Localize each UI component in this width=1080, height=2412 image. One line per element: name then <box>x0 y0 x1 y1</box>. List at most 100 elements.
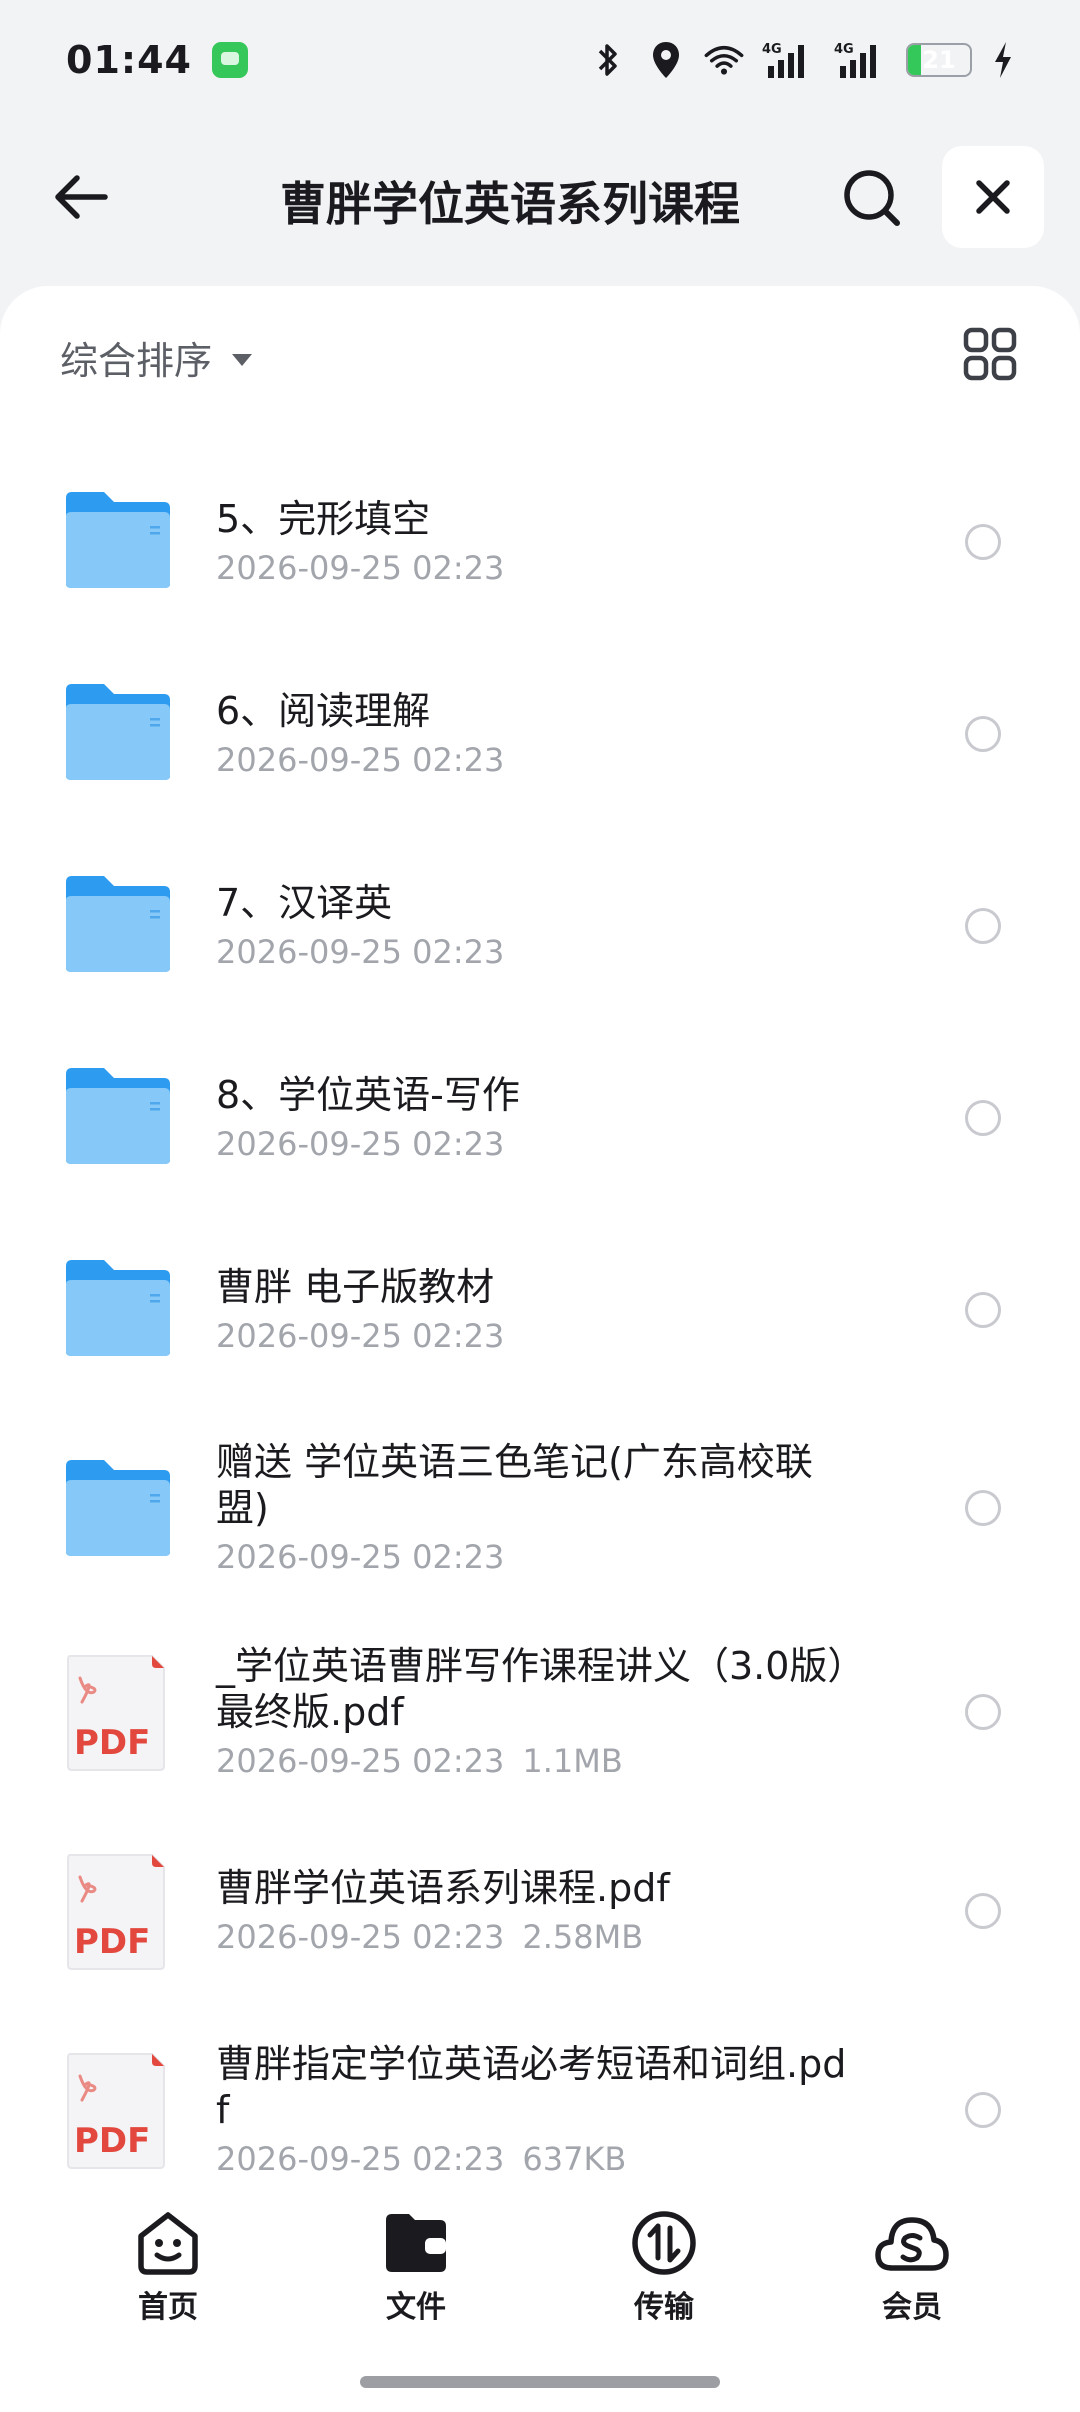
select-radio[interactable] <box>965 1100 1001 1136</box>
nav-home[interactable]: 首页 <box>88 2210 248 2326</box>
select-radio[interactable] <box>965 524 1001 560</box>
folder-row[interactable]: 曹胖 电子版教材 2026-09-25 02:23 <box>0 1214 1080 1406</box>
sort-label: 综合排序 <box>60 339 213 383</box>
home-face-icon <box>138 2212 198 2275</box>
network-type-label: 4G <box>762 42 782 57</box>
folder-row[interactable]: 8、学位英语-写作 2026-09-25 02:23 <box>0 1022 1080 1214</box>
sort-dropdown[interactable]: 综合排序 <box>60 330 253 385</box>
item-meta: 2026-09-25 02:23 1.1MB <box>216 1741 856 1781</box>
status-icons: 4G 4G 21 <box>588 40 1016 80</box>
item-name: 赠送 学位英语三色笔记(广东高校联盟) <box>216 1440 813 1530</box>
item-meta: 2026-09-25 02:23 2.58MB <box>216 1917 856 1957</box>
view-toggle-button[interactable] <box>962 326 1018 382</box>
nav-label-home: 首页 <box>138 2290 198 2325</box>
item-name: 7、汉译英 <box>216 881 393 925</box>
item-name: 曹胖 电子版教材 <box>216 1265 495 1309</box>
select-radio[interactable] <box>965 2092 1001 2128</box>
charging-icon <box>990 40 1016 80</box>
folder-icon <box>66 684 170 780</box>
wifi-icon <box>704 40 744 80</box>
file-row[interactable]: PDF 曹胖学位英语系列课程.pdf 2026-09-25 02:23 2.58MB <box>0 1814 1080 2008</box>
search-icon <box>844 170 900 226</box>
item-meta: 2026-09-25 02:23 <box>216 548 856 588</box>
item-name: 8、学位英语-写作 <box>216 1073 520 1117</box>
pdf-badge-text: PDF <box>74 1922 150 1962</box>
nav-transfer[interactable]: 传输 <box>584 2210 744 2326</box>
pdf-file-icon: PDF <box>67 1854 165 1970</box>
item-meta: 2026-09-25 02:23 <box>216 1124 856 1164</box>
item-name: 曹胖指定学位英语必考短语和词组.pdf <box>216 2042 847 2132</box>
item-size: 2.58MB <box>522 1918 644 1956</box>
bluetooth-icon <box>588 40 628 80</box>
header-bar: 曹胖学位英语系列课程 <box>0 140 1080 254</box>
item-name: 5、完形填空 <box>216 497 431 541</box>
item-name: _学位英语曹胖写作课程讲义（3.0版）最终版.pdf <box>216 1644 847 1734</box>
status-bar: 01:44 4G 4G 21 <box>0 0 1080 120</box>
status-time: 01:44 <box>66 38 192 82</box>
pdf-file-icon: PDF <box>67 2053 165 2169</box>
folder-icon <box>66 1460 170 1556</box>
file-list-panel: 综合排序 5、完形填空 2026-09-25 02:23 6、阅读理解 2026-09… <box>0 286 1080 2412</box>
folder-icon <box>64 490 172 594</box>
search-button[interactable] <box>834 160 910 236</box>
nav-files[interactable]: 文件 <box>336 2210 496 2326</box>
folder-icon <box>66 1260 170 1356</box>
folder-row[interactable]: 5、完形填空 2026-09-25 02:23 <box>0 446 1080 638</box>
nav-label-files: 文件 <box>386 2290 446 2325</box>
item-date: 2026-09-25 02:23 <box>216 933 505 971</box>
select-radio[interactable] <box>965 1292 1001 1328</box>
item-text: 曹胖 电子版教材 2026-09-25 02:23 <box>216 1264 856 1356</box>
nav-vip[interactable]: 会员 <box>832 2210 992 2326</box>
select-radio[interactable] <box>965 1490 1001 1526</box>
close-button[interactable] <box>942 146 1044 248</box>
select-radio[interactable] <box>965 1694 1001 1730</box>
item-meta: 2026-09-25 02:23 <box>216 1537 856 1577</box>
folder-icon <box>66 492 170 588</box>
select-radio[interactable] <box>965 716 1001 752</box>
file-row[interactable]: PDF 曹胖指定学位英语必考短语和词组.pdf 2026-09-25 02:23 63… <box>0 2008 1080 2212</box>
item-text: 赠送 学位英语三色笔记(广东高校联盟) 2026-09-25 02:23 <box>216 1439 856 1577</box>
pdf-file-icon: PDF <box>64 1654 168 1776</box>
battery-icon: 21 <box>906 43 972 77</box>
network-type-label: 4G <box>834 42 854 57</box>
battery-percent: 21 <box>922 46 956 74</box>
item-name: 6、阅读理解 <box>216 689 431 733</box>
item-date: 2026-09-25 02:23 <box>216 1125 505 1163</box>
item-date: 2026-09-25 02:23 <box>216 1742 505 1780</box>
item-date: 2026-09-25 02:23 <box>216 1317 505 1355</box>
vip-cloud-icon <box>875 2217 949 2271</box>
pdf-file-icon: PDF <box>64 2052 168 2174</box>
signal-icon: 4G <box>762 40 816 80</box>
nav-label-transfer: 传输 <box>634 2290 694 2325</box>
pdf-file-icon: PDF <box>67 1655 165 1771</box>
item-date: 2026-09-25 02:23 <box>216 1918 505 1956</box>
folder-icon <box>64 1258 172 1362</box>
item-text: 7、汉译英 2026-09-25 02:23 <box>216 880 856 972</box>
item-meta: 2026-09-25 02:23 <box>216 932 856 972</box>
grid-view-icon <box>963 327 1017 381</box>
item-name: 曹胖学位英语系列课程.pdf <box>216 1866 670 1910</box>
file-row[interactable]: PDF _学位英语曹胖写作课程讲义（3.0版）最终版.pdf 2026-09-25 … <box>0 1610 1080 1814</box>
folder-row[interactable]: 7、汉译英 2026-09-25 02:23 <box>0 830 1080 1022</box>
select-radio[interactable] <box>965 908 1001 944</box>
back-arrow-icon <box>55 175 108 219</box>
select-radio[interactable] <box>965 1893 1001 1929</box>
location-icon <box>646 40 686 80</box>
back-button[interactable] <box>46 162 116 232</box>
folder-icon <box>66 1068 170 1164</box>
item-text: 曹胖指定学位英语必考短语和词组.pdf 2026-09-25 02:23 637KB <box>216 2041 856 2179</box>
folder-icon <box>64 682 172 786</box>
item-meta: 2026-09-25 02:23 637KB <box>216 2139 856 2179</box>
item-text: 6、阅读理解 2026-09-25 02:23 <box>216 688 856 780</box>
item-date: 2026-09-25 02:23 <box>216 1538 505 1576</box>
item-text: 8、学位英语-写作 2026-09-25 02:23 <box>216 1072 856 1164</box>
item-meta: 2026-09-25 02:23 <box>216 1316 856 1356</box>
folder-row[interactable]: 6、阅读理解 2026-09-25 02:23 <box>0 638 1080 830</box>
item-date: 2026-09-25 02:23 <box>216 549 505 587</box>
folder-row[interactable]: 赠送 学位英语三色笔记(广东高校联盟) 2026-09-25 02:23 <box>0 1406 1080 1610</box>
item-date: 2026-09-25 02:23 <box>216 2140 505 2178</box>
close-icon <box>976 180 1010 214</box>
home-indicator[interactable] <box>360 2376 720 2388</box>
battery-level <box>908 45 922 75</box>
page-title: 曹胖学位英语系列课程 <box>280 177 740 231</box>
